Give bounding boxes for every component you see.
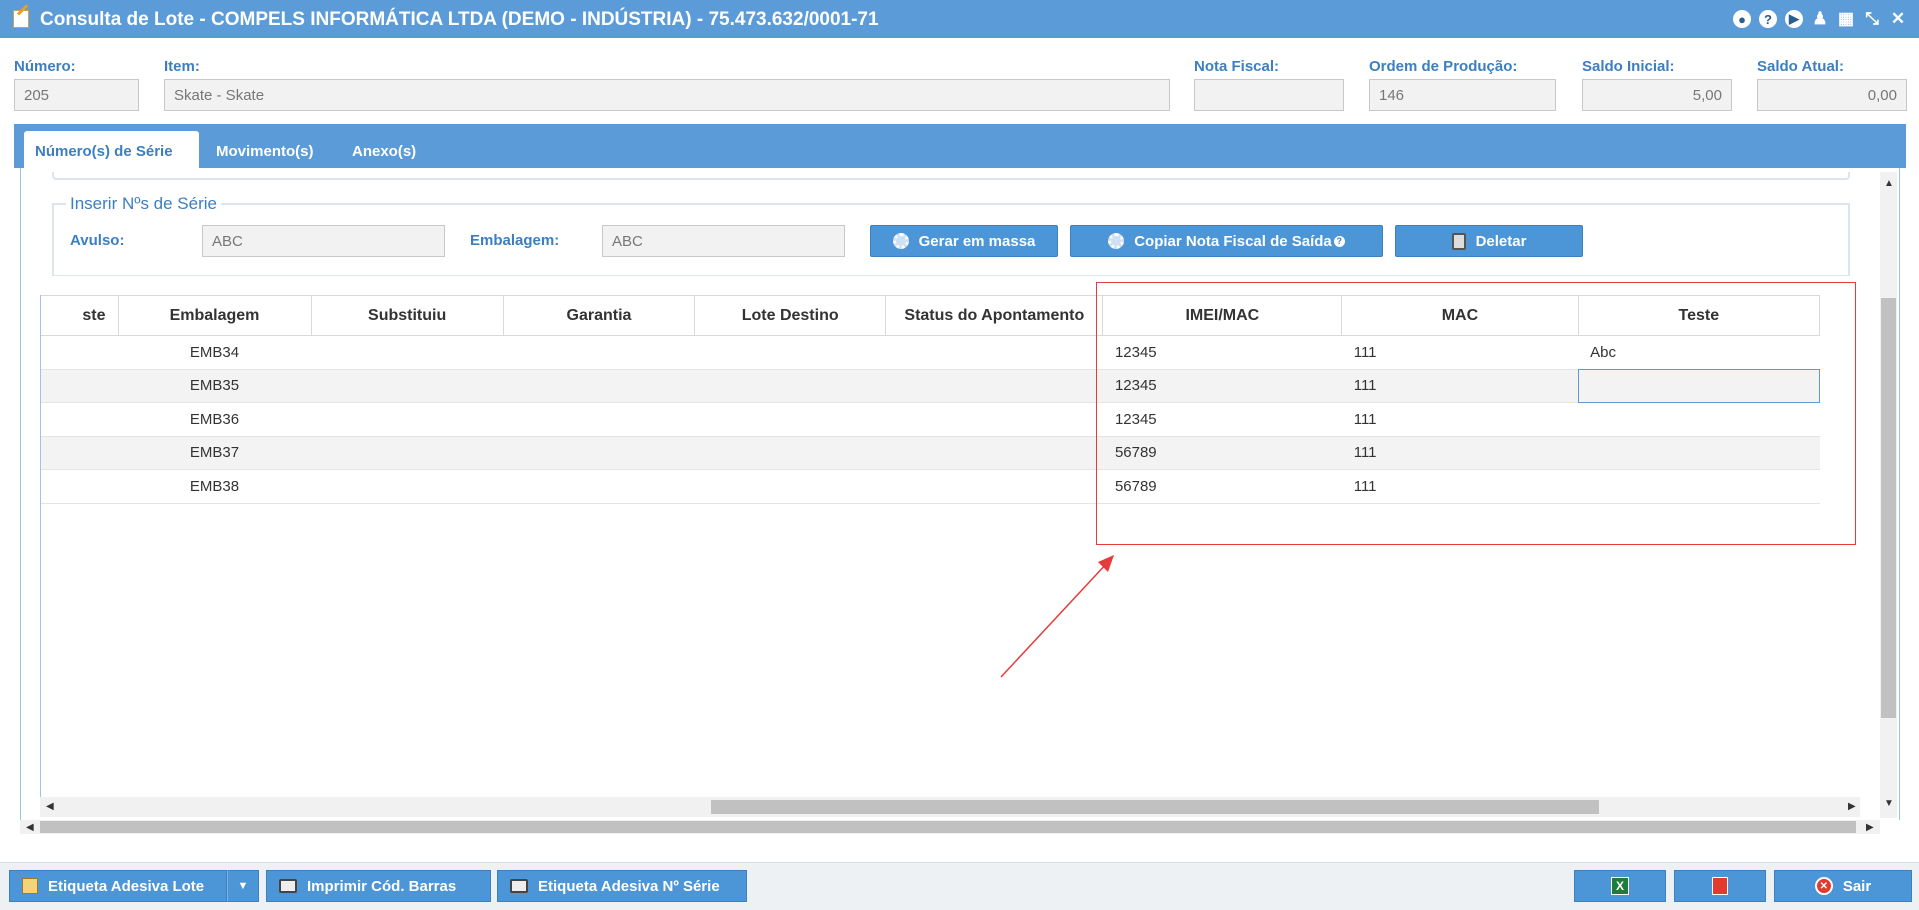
gerar-em-massa-label: Gerar em massa bbox=[918, 232, 1036, 250]
scroll-up-arrow-icon[interactable]: ▲ bbox=[1884, 178, 1894, 189]
chevron-down-icon: ▼ bbox=[237, 880, 249, 892]
minimize-icon[interactable]: ⤡ bbox=[1863, 9, 1881, 28]
embalagem-input[interactable]: ABC bbox=[602, 225, 845, 257]
scroll-right-arrow-icon[interactable]: ▶ bbox=[1866, 822, 1874, 833]
label-icon bbox=[22, 878, 38, 894]
sair-button[interactable]: ✕ Sair bbox=[1774, 870, 1912, 902]
pdf-icon bbox=[1712, 877, 1728, 895]
column-header-status-apontamento[interactable]: Status do Apontamento bbox=[885, 295, 1104, 336]
fieldset-legend: Inserir Nºs de Série bbox=[66, 194, 221, 214]
close-icon[interactable]: ✕ bbox=[1889, 9, 1907, 28]
saldo-inicial-field[interactable]: 5,00 bbox=[1582, 79, 1732, 111]
column-header-teste-partial[interactable]: ste bbox=[41, 295, 119, 336]
item-label: Item: bbox=[164, 58, 200, 75]
numero-field[interactable]: 205 bbox=[14, 79, 139, 111]
tab-bar: Número(s) de Série Movimento(s) Anexo(s) bbox=[14, 124, 1906, 168]
record-icon[interactable]: ● bbox=[1733, 10, 1751, 28]
sair-label: Sair bbox=[1842, 877, 1872, 895]
etiqueta-adesiva-lote-label: Etiqueta Adesiva Lote bbox=[48, 877, 205, 895]
grid-scroll-right-icon[interactable]: ▶ bbox=[1848, 801, 1856, 812]
column-header-garantia[interactable]: Garantia bbox=[502, 295, 696, 336]
numero-label: Número: bbox=[14, 58, 76, 75]
cell-embalagem[interactable]: EMB34 bbox=[118, 335, 311, 370]
nota-fiscal-label: Nota Fiscal: bbox=[1194, 58, 1280, 75]
gear-icon bbox=[1108, 233, 1125, 249]
excel-icon: X bbox=[1611, 877, 1629, 895]
window-controls: ● ? ▶ ♟ ▦ ⤡ ✕ bbox=[1733, 9, 1907, 28]
ordem-producao-label: Ordem de Produção: bbox=[1369, 58, 1518, 75]
annotation-highlight-box bbox=[1096, 282, 1856, 545]
cell-embalagem[interactable]: EMB38 bbox=[118, 469, 311, 504]
saldo-inicial-label: Saldo Inicial: bbox=[1582, 58, 1675, 75]
copiar-nota-fiscal-label: Copiar Nota Fiscal de Saída bbox=[1134, 232, 1332, 250]
export-pdf-button[interactable] bbox=[1674, 870, 1766, 902]
etiqueta-adesiva-serie-button[interactable]: Etiqueta Adesiva Nº Série bbox=[497, 870, 747, 902]
exit-icon: ✕ bbox=[1814, 877, 1833, 895]
window-title: Consulta de Lote - COMPELS INFORMÁTICA L… bbox=[40, 9, 879, 30]
column-header-substituiu[interactable]: Substituiu bbox=[310, 295, 504, 336]
play-icon[interactable]: ▶ bbox=[1785, 10, 1803, 28]
help-icon[interactable]: ? bbox=[1333, 235, 1345, 247]
saldo-atual-label: Saldo Atual: bbox=[1757, 58, 1844, 75]
cell-embalagem[interactable]: EMB35 bbox=[118, 369, 311, 403]
embalagem-label: Embalagem: bbox=[470, 232, 560, 249]
copiar-nota-fiscal-button[interactable]: Copiar Nota Fiscal de Saída ? bbox=[1070, 225, 1383, 257]
deletar-label: Deletar bbox=[1475, 232, 1527, 250]
saldo-atual-field[interactable]: 0,00 bbox=[1757, 79, 1907, 111]
export-excel-button[interactable]: X bbox=[1574, 870, 1666, 902]
grid-scroll-left-icon[interactable]: ◀ bbox=[46, 801, 54, 812]
calendar-icon[interactable]: ▦ bbox=[1837, 9, 1855, 28]
printer-icon bbox=[510, 879, 528, 893]
bell-icon[interactable]: ♟ bbox=[1811, 9, 1829, 28]
etiqueta-adesiva-serie-label: Etiqueta Adesiva Nº Série bbox=[538, 877, 720, 895]
title-bar: Consulta de Lote - COMPELS INFORMÁTICA L… bbox=[0, 0, 1919, 38]
scroll-left-arrow-icon[interactable]: ◀ bbox=[26, 822, 34, 833]
etiqueta-adesiva-lote-button[interactable]: Etiqueta Adesiva Lote bbox=[9, 870, 227, 902]
etiqueta-lote-dropdown[interactable]: ▼ bbox=[227, 870, 259, 902]
column-header-embalagem[interactable]: Embalagem bbox=[117, 295, 312, 336]
tab-numeros-serie[interactable]: Número(s) de Série bbox=[24, 131, 199, 168]
deletar-button[interactable]: Deletar bbox=[1395, 225, 1583, 257]
nota-fiscal-field[interactable] bbox=[1194, 79, 1344, 111]
grid-horizontal-scroll-thumb[interactable] bbox=[711, 800, 1599, 814]
trash-icon bbox=[1451, 232, 1466, 250]
printer-icon bbox=[279, 879, 297, 893]
tab-anexos[interactable]: Anexo(s) bbox=[341, 131, 427, 168]
edit-note-icon bbox=[13, 10, 29, 28]
cell-embalagem[interactable]: EMB36 bbox=[118, 402, 311, 437]
imprimir-cod-barras-label: Imprimir Cód. Barras bbox=[307, 877, 457, 895]
cell-embalagem[interactable]: EMB37 bbox=[118, 436, 311, 470]
scroll-down-arrow-icon[interactable]: ▼ bbox=[1884, 798, 1894, 809]
gerar-em-massa-button[interactable]: Gerar em massa bbox=[870, 225, 1058, 257]
imprimir-cod-barras-button[interactable]: Imprimir Cód. Barras bbox=[266, 870, 491, 902]
ordem-producao-field[interactable]: 146 bbox=[1369, 79, 1556, 111]
horizontal-scroll-thumb[interactable] bbox=[40, 821, 1856, 833]
vertical-scroll-thumb[interactable] bbox=[1881, 298, 1896, 718]
collapsed-fieldset bbox=[52, 172, 1850, 180]
item-field[interactable]: Skate - Skate bbox=[164, 79, 1170, 111]
help-icon[interactable]: ? bbox=[1759, 10, 1777, 28]
gear-icon bbox=[892, 233, 909, 249]
avulso-input[interactable]: ABC bbox=[202, 225, 445, 257]
avulso-label: Avulso: bbox=[70, 232, 125, 249]
tab-movimentos[interactable]: Movimento(s) bbox=[205, 131, 325, 168]
column-header-lote-destino[interactable]: Lote Destino bbox=[694, 295, 887, 336]
